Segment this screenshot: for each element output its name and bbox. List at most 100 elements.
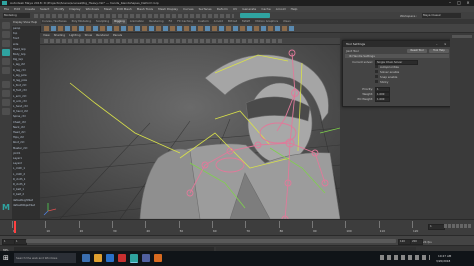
- time-tick: [45, 221, 46, 228]
- app-icon[interactable]: [154, 254, 162, 262]
- app-icon[interactable]: [118, 254, 126, 262]
- current-time-indicator[interactable]: [14, 221, 16, 233]
- section-header[interactable]: IK Handle Settings: [345, 54, 449, 58]
- outliner-item[interactable]: Spine_ctrl: [13, 115, 40, 120]
- outliner-item[interactable]: L_leg_ctrl: [13, 63, 40, 68]
- outliner-item[interactable]: L_hand_ctrl: [13, 105, 40, 110]
- time-tick-label: 20: [79, 229, 84, 233]
- outliner-item[interactable]: R_hand_ctrl: [13, 110, 40, 115]
- outliner-item[interactable]: L_cloth_2: [13, 173, 40, 178]
- outliner-item[interactable]: Layer1: [13, 157, 40, 162]
- viewport-3d[interactable]: [40, 33, 340, 219]
- outliner-item[interactable]: side: [13, 43, 40, 48]
- outliner-item[interactable]: Master_ctrl: [13, 147, 40, 152]
- clock-time[interactable]: 10:27 AM: [438, 254, 451, 258]
- reset-tool-button[interactable]: Reset Tool: [407, 48, 427, 53]
- outliner-item[interactable]: R_arm_ctrl: [13, 100, 40, 105]
- outliner-item[interactable]: R_cloth_2: [13, 183, 40, 188]
- workspace-dropdown[interactable]: Maya Classic: [422, 13, 461, 18]
- outliner-item[interactable]: L_foot_ctrl: [13, 84, 40, 89]
- outliner-item[interactable]: top: [13, 32, 40, 37]
- outliner-item[interactable]: Head_ctrl: [13, 131, 40, 136]
- priority-label: Priority:: [362, 87, 373, 91]
- live-surface-toggle[interactable]: [240, 13, 270, 18]
- shelf-tool-icons[interactable]: [44, 25, 294, 31]
- outliner-item[interactable]: Root_ctrl: [13, 141, 40, 146]
- edge-browser-icon[interactable]: [106, 254, 114, 262]
- viewport-toolbar[interactable]: [40, 38, 340, 45]
- clock-date[interactable]: 3/20/2018: [436, 259, 450, 263]
- outliner-item[interactable]: R_leg_pole: [13, 79, 40, 84]
- time-slider[interactable]: 1102030405060708090100110120 1: [0, 219, 474, 236]
- lasso-tool-icon[interactable]: [2, 31, 10, 38]
- select-tool-icon[interactable]: [2, 22, 10, 29]
- layout-two-icon[interactable]: [2, 99, 10, 106]
- taskbar-search[interactable]: Search the web and Windows: [14, 253, 76, 263]
- checkbox[interactable]: [375, 80, 378, 83]
- paint-select-icon[interactable]: [2, 40, 10, 47]
- status-icons[interactable]: [34, 13, 234, 18]
- close-icon[interactable]: ×: [444, 41, 447, 47]
- outliner-item[interactable]: front: [13, 37, 40, 42]
- time-tick-label: 110: [379, 229, 385, 233]
- outliner-item[interactable]: L_cloth_1: [13, 167, 40, 172]
- shelf-icons[interactable]: [40, 24, 474, 33]
- file-explorer-icon[interactable]: [94, 254, 102, 262]
- outliner-item[interactable]: L_arm_ctrl: [13, 95, 40, 100]
- outliner-item[interactable]: C_belt_1: [13, 188, 40, 193]
- layout-single-icon[interactable]: [2, 81, 10, 88]
- outliner-item[interactable]: Head_Grp: [13, 48, 40, 53]
- outliner-item[interactable]: Neck_ctrl: [13, 126, 40, 131]
- checkbox[interactable]: [375, 70, 378, 73]
- outliner-item[interactable]: Body_Grp: [13, 53, 40, 58]
- outliner-item[interactable]: C_belt_2: [13, 193, 40, 198]
- time-tick-label: 70: [246, 229, 250, 233]
- outliner-item[interactable]: Layer2: [13, 162, 40, 167]
- scale-tool-icon[interactable]: [2, 67, 10, 74]
- rotate-tool-icon[interactable]: [2, 58, 10, 65]
- mode-dropdown[interactable]: Modeling: [3, 13, 30, 18]
- panel-tab[interactable]: [452, 35, 472, 38]
- checkbox[interactable]: [375, 75, 378, 78]
- minimize-icon[interactable]: –: [436, 41, 438, 47]
- outliner-item[interactable]: R_cloth_1: [13, 178, 40, 183]
- system-tray-icons[interactable]: [380, 255, 430, 260]
- outliner-item[interactable]: R_leg_ctrl: [13, 69, 40, 74]
- fps-dropdown[interactable]: 24 fps: [423, 240, 432, 244]
- playback-controls[interactable]: [444, 224, 472, 228]
- tool-name: Joint Tool: [346, 49, 359, 53]
- dialog-title-bar: Tool Settings – ×: [343, 41, 451, 47]
- anim-end-field[interactable]: 200: [410, 239, 423, 245]
- task-view-icon[interactable]: [82, 254, 90, 262]
- maya-taskbar-icon[interactable]: [130, 254, 138, 263]
- outliner-item[interactable]: Rig_Grp: [13, 58, 40, 63]
- outliner-item[interactable]: joint1: [13, 152, 40, 157]
- range-bar[interactable]: [26, 239, 396, 243]
- checkbox[interactable]: [375, 65, 378, 68]
- section-title: IK Handle Settings: [349, 54, 375, 58]
- checkbox-label: Sticky: [380, 80, 389, 84]
- time-tick: [112, 221, 113, 228]
- outliner-item[interactable]: defaultLightSet: [13, 199, 40, 204]
- outliner-item[interactable]: Chest_ctrl: [13, 121, 40, 126]
- outliner-item[interactable]: L_leg_pole: [13, 74, 40, 79]
- outliner-item[interactable]: R_foot_ctrl: [13, 89, 40, 94]
- po-weight-field[interactable]: 1.000: [375, 96, 390, 102]
- time-tick: [212, 221, 213, 228]
- windows-start-icon[interactable]: ⊞: [3, 254, 11, 262]
- move-tool-icon[interactable]: [2, 49, 10, 56]
- outliner-item[interactable]: Hips_ctrl: [13, 136, 40, 141]
- app-icon[interactable]: [142, 254, 150, 262]
- time-tick: [78, 221, 80, 228]
- viewport-toolbar-icons[interactable]: [44, 39, 284, 43]
- window-title: Autodesk Maya 2018: D:\Projects\Scene\sc…: [10, 1, 159, 5]
- time-ticks[interactable]: 1102030405060708090100110120: [12, 220, 422, 236]
- time-tick: [12, 221, 13, 228]
- outliner-layout-icon[interactable]: [2, 108, 10, 115]
- time-tick-label: 90: [313, 229, 317, 233]
- outliner-item[interactable]: defaultObjectSet: [13, 204, 40, 209]
- tool-help-button[interactable]: Tool Help: [429, 48, 449, 53]
- outliner-item[interactable]: persp: [13, 27, 40, 32]
- current-frame-field[interactable]: 1: [428, 224, 445, 230]
- layout-four-icon[interactable]: [2, 90, 10, 97]
